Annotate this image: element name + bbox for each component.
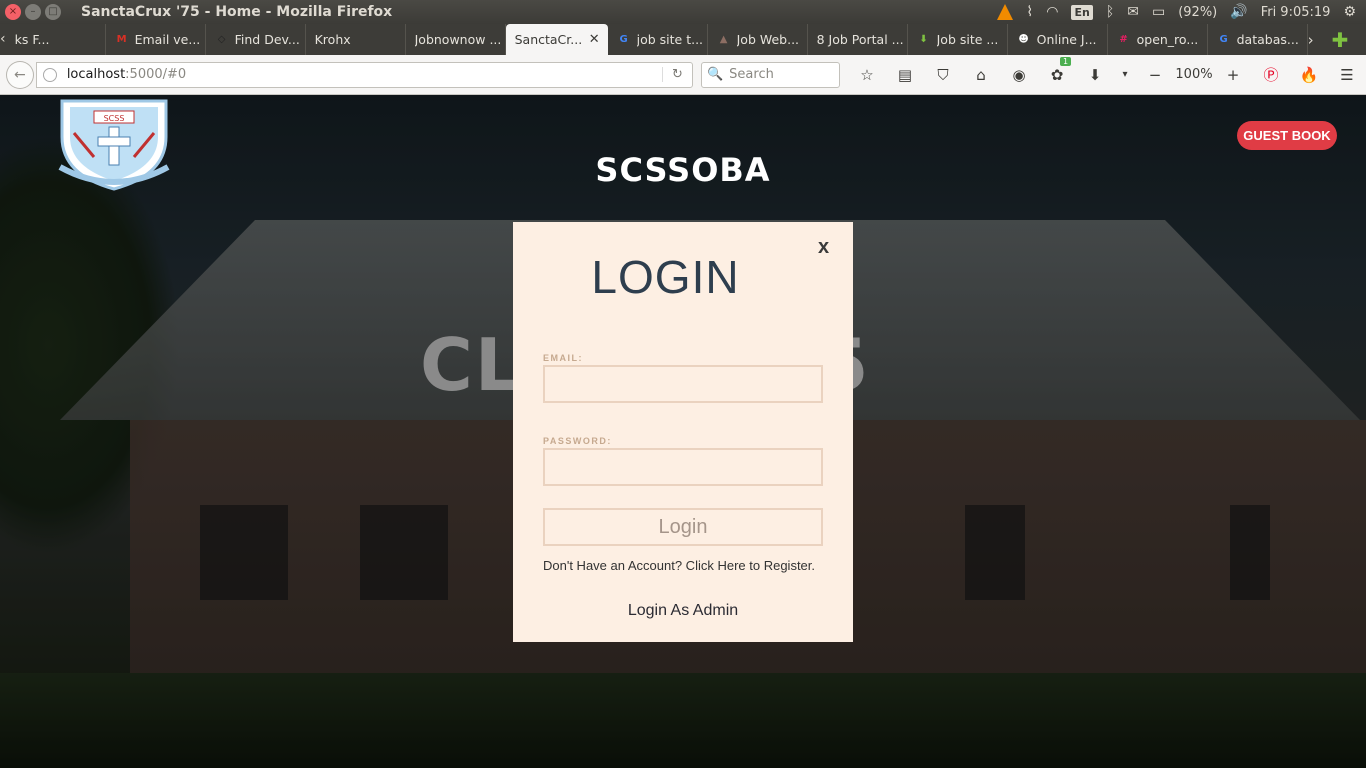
login-modal: x LOGIN EMAIL: PASSWORD: Login Don't Hav… — [513, 222, 853, 642]
search-icon: 🔍 — [706, 67, 724, 82]
tab-12[interactable]: Gdatabas... — [1208, 24, 1308, 55]
back-arrow-icon[interactable]: ← — [6, 60, 34, 89]
notification-count-badge: 1 — [1060, 56, 1072, 66]
hat-icon: ▲ — [719, 33, 728, 45]
tab-9[interactable]: ⬇ Job site ... — [908, 24, 1008, 55]
web-page: SCSS SCSSOBA GUEST BOOK CL 75 x LOGIN EM… — [0, 95, 1366, 768]
bookmark-star-icon[interactable]: ☆ — [848, 66, 886, 84]
tab-label: open_ro... — [1136, 32, 1199, 47]
url-path: :5000/#0 — [125, 67, 187, 82]
login-button[interactable]: Login — [543, 508, 823, 546]
tab-label: job site t... — [636, 32, 704, 47]
tab-label: SanctaCr... — [514, 32, 583, 47]
face-icon: ☻ — [1018, 33, 1029, 45]
tab-3[interactable]: Krohx — [306, 24, 406, 55]
tab-label: Online J... — [1036, 32, 1097, 47]
tab-8[interactable]: 8 Job Portal ... — [808, 24, 908, 55]
logo-text: SCSS — [104, 114, 125, 123]
site-title: SCSSOBA — [595, 151, 771, 189]
register-link[interactable]: Don't Have an Account? Click Here to Reg… — [543, 558, 815, 573]
password-field[interactable] — [543, 448, 823, 486]
tab-label: ks F... — [14, 32, 50, 47]
downloads-chevron-down-icon[interactable]: ▾ — [1114, 69, 1136, 80]
tab-4[interactable]: Jobnownow ... — [406, 24, 506, 55]
tab-label: Jobnownow ... — [414, 32, 502, 47]
tab-6[interactable]: Gjob site t... — [608, 24, 708, 55]
vlc-icon[interactable] — [997, 4, 1014, 20]
gmail-icon: M — [116, 33, 127, 45]
clock[interactable]: Fri 9:05:19 — [1261, 5, 1331, 20]
login-as-admin-link[interactable]: Login As Admin — [513, 602, 853, 620]
reading-list-icon[interactable]: ▤ — [886, 66, 924, 84]
tab-label: 8 Job Portal ... — [816, 32, 904, 47]
gear-icon[interactable]: ⚙ — [1343, 4, 1356, 20]
window-minimize-icon[interactable]: – — [25, 4, 41, 20]
tab-label: Krohx — [314, 32, 351, 47]
tab-2[interactable]: ◇ Find Dev... — [206, 24, 306, 55]
tab-11[interactable]: # open_ro... — [1108, 24, 1208, 55]
system-tray: ⌇ ◠ En ᛒ ✉ ▭ (92%) 🔊 Fri 9:05:19 ⚙ — [997, 4, 1366, 20]
window-maximize-icon[interactable]: □ — [45, 4, 61, 20]
google-icon: G — [619, 33, 628, 45]
zoom-level[interactable]: 100% — [1174, 67, 1214, 82]
navigation-toolbar: ← localhost:5000/#0 ↻ 🔍 Search ☆ ▤ ⛉ ⌂ ◉… — [0, 55, 1366, 95]
volume-icon[interactable]: 🔊 — [1230, 4, 1247, 20]
mail-icon[interactable]: ✉ — [1127, 4, 1139, 20]
tab-label: Email ve... — [134, 32, 201, 47]
chat-icon[interactable]: ◉ — [1000, 66, 1038, 84]
reload-icon[interactable]: ↻ — [661, 67, 692, 82]
tab-strip: ‹ ks F... M Email ve... ◇ Find Dev... Krohx Jo… — [0, 24, 1366, 55]
tabs-container: ks F... M Email ve... ◇ Find Dev... Krohx Jobn… — [6, 24, 1308, 55]
window-controls: × – □ — [5, 4, 61, 20]
password-label: PASSWORD: — [543, 436, 612, 446]
email-label: EMAIL: — [543, 353, 583, 363]
window-title: SanctaCrux '75 - Home - Mozilla Firefox — [81, 4, 393, 20]
keyboard-language-indicator[interactable]: En — [1071, 4, 1093, 20]
google-icon: G — [1219, 33, 1228, 45]
globe-icon[interactable] — [42, 67, 57, 82]
toolbar-buttons: ☆ ▤ ⛉ ⌂ ◉ ✿ 1 ⬇ ▾ − 100% + Ⓟ 🔥 ☰ — [848, 56, 1366, 85]
email-field[interactable] — [543, 365, 823, 403]
battery-percentage: (92%) — [1178, 4, 1218, 20]
new-tab-plus-icon[interactable]: ✚ — [1332, 28, 1349, 52]
download-arrow-icon[interactable]: ⬇ — [1076, 66, 1114, 84]
system-top-panel: × – □ SanctaCrux '75 - Home - Mozilla Fi… — [0, 0, 1366, 24]
tab-1[interactable]: M Email ve... — [106, 24, 206, 55]
guest-book-button[interactable]: GUEST BOOK — [1237, 121, 1337, 150]
search-placeholder: Search — [729, 67, 774, 82]
tab-scroll-right-icon[interactable]: › — [1308, 31, 1314, 49]
url-host: localhost — [66, 67, 126, 82]
battery-icon[interactable]: ▭ — [1152, 4, 1165, 20]
tab-label: Find Dev... — [234, 32, 300, 47]
modal-title: LOGIN — [591, 251, 740, 303]
hamburger-menu-icon[interactable]: ☰ — [1328, 66, 1366, 84]
bluetooth-icon[interactable]: ᛒ — [1106, 4, 1114, 20]
paperclip-icon[interactable]: ⌇ — [1026, 4, 1033, 20]
pinterest-icon[interactable]: Ⓟ — [1252, 64, 1290, 85]
download-icon: ⬇ — [919, 33, 928, 45]
home-icon[interactable]: ⌂ — [962, 66, 1000, 84]
tab-label: databas... — [1236, 32, 1299, 47]
code-icon: ◇ — [217, 33, 226, 45]
hash-icon: # — [1119, 33, 1128, 45]
zoom-in-plus-icon[interactable]: + — [1214, 66, 1252, 84]
url-bar[interactable]: localhost:5000/#0 ↻ — [35, 61, 693, 88]
zoom-out-minus-icon[interactable]: − — [1136, 66, 1174, 84]
search-input[interactable]: 🔍 Search — [700, 61, 840, 88]
tab-10[interactable]: ☻ Online J... — [1008, 24, 1108, 55]
tab-close-icon[interactable]: ✕ — [589, 32, 600, 47]
pocket-icon[interactable]: ⛉ — [924, 66, 962, 84]
extension-notification-icon[interactable]: ✿ 1 — [1038, 56, 1076, 84]
tab-label: Job Web... — [736, 32, 800, 47]
wifi-icon[interactable]: ◠ — [1046, 4, 1058, 20]
modal-close-button[interactable]: x — [818, 236, 829, 259]
tab-7[interactable]: ▲ Job Web... — [708, 24, 808, 55]
tab-label: Job site ... — [936, 32, 999, 47]
tab-strip-controls: › ✚ ⌄ — [1308, 24, 1366, 55]
tab-5[interactable]: SanctaCr... ✕ — [505, 24, 608, 55]
tab-0[interactable]: ks F... — [6, 24, 106, 55]
fire-extension-icon[interactable]: 🔥 — [1290, 66, 1328, 84]
window-close-icon[interactable]: × — [5, 4, 21, 20]
